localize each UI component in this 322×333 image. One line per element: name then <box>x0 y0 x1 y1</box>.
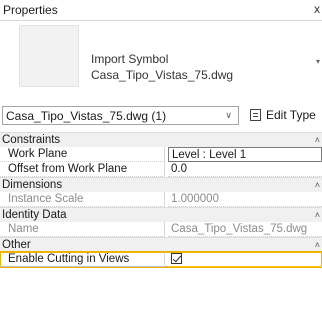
type-selector[interactable]: Import Symbol Casa_Tipo_Vistas_75.dwg ▾ <box>0 21 322 95</box>
instance-filter-dropdown[interactable]: Casa_Tipo_Vistas_75.dwg (1) ∨ <box>2 106 239 125</box>
work-plane-field[interactable]: Level : Level 1 <box>168 147 322 162</box>
property-row-instance-scale: Instance Scale 1.000000 <box>0 192 322 207</box>
property-row-offset: Offset from Work Plane 0.0 <box>0 162 322 177</box>
section-label: Identity Data <box>2 209 67 221</box>
chevron-down-icon: ∨ <box>225 110 232 120</box>
property-row-name: Name Casa_Tipo_Vistas_75.dwg <box>0 222 322 237</box>
section-dimensions[interactable]: Dimensions ˄ <box>0 177 322 192</box>
enable-cutting-checkbox[interactable] <box>171 253 182 264</box>
property-name: Offset from Work Plane <box>0 162 165 177</box>
property-row-enable-cutting: Enable Cutting in Views <box>0 251 322 268</box>
collapse-icon[interactable]: ˄ <box>315 178 320 192</box>
instance-filter-value: Casa_Tipo_Vistas_75.dwg (1) <box>6 109 167 123</box>
property-name: Enable Cutting in Views <box>0 252 165 267</box>
property-name: Work Plane <box>0 147 165 162</box>
type-dropdown-arrow-icon[interactable]: ▾ <box>316 57 320 66</box>
section-identity-data[interactable]: Identity Data ˄ <box>0 207 322 222</box>
type-family-line1: Import Symbol <box>91 52 169 66</box>
enable-cutting-value <box>168 252 322 267</box>
name-value: Casa_Tipo_Vistas_75.dwg <box>168 222 322 237</box>
type-preview-thumbnail <box>19 25 79 87</box>
collapse-icon[interactable]: ˄ <box>315 133 320 147</box>
section-label: Dimensions <box>2 179 63 191</box>
properties-titlebar: Properties x <box>0 0 322 21</box>
type-family-name: Import Symbol Casa_Tipo_Vistas_75.dwg <box>91 51 233 83</box>
section-label: Constraints <box>2 134 61 146</box>
type-family-line2: Casa_Tipo_Vistas_75.dwg <box>91 68 234 82</box>
edit-type-label: Edit Type <box>266 108 316 122</box>
edit-type-icon <box>250 109 261 121</box>
property-name: Instance Scale <box>0 192 165 207</box>
section-constraints[interactable]: Constraints ˄ <box>0 132 322 147</box>
section-label: Other <box>2 239 31 251</box>
property-row-work-plane: Work Plane Level : Level 1 <box>0 147 322 162</box>
section-other[interactable]: Other ˄ <box>0 237 322 252</box>
collapse-icon[interactable]: ˄ <box>315 238 320 252</box>
property-name: Name <box>0 222 165 237</box>
panel-title: Properties <box>3 3 58 17</box>
collapse-icon[interactable]: ˄ <box>315 208 320 222</box>
close-icon[interactable]: x <box>314 2 320 16</box>
instance-filter-bar: Casa_Tipo_Vistas_75.dwg (1) ∨ Edit Type <box>0 105 322 127</box>
edit-type-button[interactable]: Edit Type <box>250 108 316 122</box>
properties-grid: Constraints ˄ Work Plane Level : Level 1… <box>0 132 322 268</box>
instance-scale-value: 1.000000 <box>168 192 322 207</box>
offset-field[interactable]: 0.0 <box>168 162 322 177</box>
